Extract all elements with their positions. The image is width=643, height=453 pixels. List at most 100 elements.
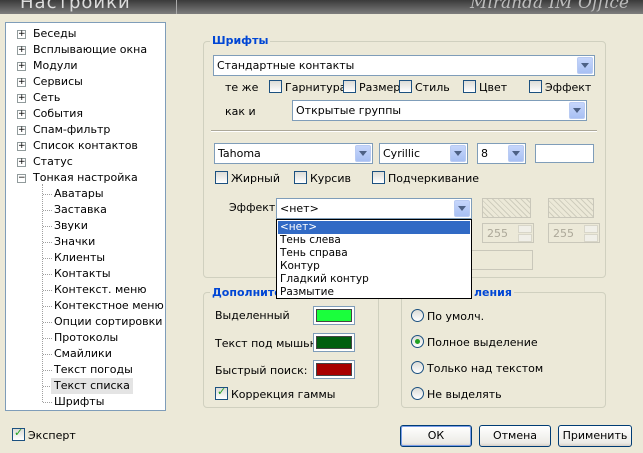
tree-item[interactable]: Тонкая настройка (33, 170, 138, 186)
italic-label: Курсив (310, 172, 351, 185)
gamma-label: Коррекция гаммы (231, 388, 336, 401)
tree-connector (43, 194, 52, 195)
same-as-checkbox-label: Цвет (479, 81, 508, 94)
selected-color-fill (316, 309, 352, 322)
expert-checkbox[interactable] (12, 426, 25, 441)
effect-option[interactable]: <нет> (278, 221, 470, 234)
tree-child-item[interactable]: Заставка (54, 202, 107, 218)
hover-color-swatch[interactable] (313, 333, 355, 352)
font-color-box[interactable] (535, 144, 594, 163)
spin-up-icon (584, 225, 598, 233)
tree-child-item[interactable]: Контекст. меню (54, 282, 147, 298)
effect-option[interactable]: Тень слева (278, 234, 470, 247)
highlight-mode-radio[interactable] (411, 361, 424, 374)
tree-expander-icon[interactable]: + (17, 30, 26, 39)
contact-type-value: Стандартные контакты (217, 59, 355, 72)
selection-group-title: ления (472, 286, 514, 299)
tree-expander-icon[interactable]: + (17, 158, 26, 167)
tree-child-item[interactable]: Текст списка (51, 378, 133, 394)
options-tree[interactable]: + Беседы + Всплывающие окна + Модули + Сервисы +… (5, 22, 166, 411)
italic-checkbox[interactable] (294, 171, 307, 184)
same-as-checkbox[interactable] (463, 80, 476, 93)
tree-child-item[interactable]: Значки (54, 234, 95, 250)
chevron-down-icon[interactable] (355, 145, 371, 162)
spin-up-icon (518, 225, 532, 233)
tree-child-item[interactable]: Клиенты (54, 250, 105, 266)
as-label: как и (225, 105, 256, 118)
extra-group-title: Дополните (210, 286, 284, 299)
tree-connector (43, 402, 52, 403)
effect-option[interactable]: Размытие (278, 286, 470, 299)
tree-child-item[interactable]: Контакты (54, 266, 111, 282)
tree-expander-icon[interactable]: + (17, 46, 26, 55)
tree-expander-icon[interactable]: + (17, 78, 26, 87)
tree-child-item[interactable]: Звуки (54, 218, 88, 234)
tree-child-item[interactable]: Текст погоды (54, 362, 133, 378)
bold-checkbox[interactable] (215, 171, 228, 184)
tree-expander-icon[interactable]: + (17, 62, 26, 71)
same-as-checkbox[interactable] (269, 80, 282, 93)
chevron-down-icon[interactable] (508, 145, 524, 162)
same-as-checkbox[interactable] (343, 80, 356, 93)
effect-dropdown-list[interactable]: <нет> Тень слева Тень справа Контур Гладкий … (276, 219, 472, 299)
tree-item[interactable]: События (33, 106, 83, 122)
divider (211, 130, 597, 132)
charset-combo[interactable]: Cyrillic (379, 143, 468, 164)
tree-item[interactable]: Спам-фильтр (33, 122, 110, 138)
highlight-mode-radio[interactable] (411, 387, 424, 400)
effect-alpha1-spinner: 255 (482, 223, 534, 243)
tree-item[interactable]: Сервисы (33, 74, 83, 90)
effect-option[interactable]: Гладкий контур (278, 273, 470, 286)
chevron-down-icon[interactable] (454, 200, 470, 217)
same-as-checkbox[interactable] (399, 80, 412, 93)
tree-item[interactable]: Беседы (33, 26, 76, 42)
quick-search-color-swatch[interactable] (313, 360, 355, 379)
contact-type-combo[interactable]: Стандартные контакты (213, 55, 595, 76)
chevron-down-icon[interactable] (569, 102, 585, 119)
tree-connector (43, 210, 52, 211)
tree-expander-icon[interactable]: + (17, 110, 26, 119)
tree-child-item[interactable]: Опции сортировки (54, 314, 162, 330)
tree-item[interactable]: Модули (33, 58, 78, 74)
highlight-mode-radio[interactable] (411, 309, 424, 322)
tree-expander-icon[interactable]: + (17, 126, 26, 135)
chevron-down-icon[interactable] (577, 57, 593, 74)
underline-checkbox[interactable] (372, 171, 385, 184)
effect-option[interactable]: Тень справа (278, 247, 470, 260)
hover-color-label: Текст под мышью: (215, 337, 323, 350)
same-as-checkbox[interactable] (529, 80, 542, 93)
effect-option[interactable]: Контур (278, 260, 470, 273)
quick-search-color-fill (316, 363, 352, 376)
tree-child-item[interactable]: Протоколы (54, 330, 118, 346)
tree-connector (43, 322, 52, 323)
highlight-mode-radio[interactable] (411, 335, 424, 348)
effect-combo[interactable]: <нет> (276, 198, 472, 219)
as-group-combo[interactable]: Открытые группы (292, 100, 587, 121)
font-name-combo[interactable]: Tahoma (214, 143, 373, 164)
apply-button[interactable]: Применить (558, 425, 632, 447)
selected-color-swatch[interactable] (313, 306, 355, 325)
cancel-button[interactable]: Отмена (479, 425, 551, 447)
gamma-checkbox[interactable] (215, 385, 228, 400)
size-value: 8 (481, 147, 488, 160)
effect-color1-box (482, 198, 531, 218)
same-as-label: те же (225, 81, 259, 94)
size-combo[interactable]: 8 (477, 143, 526, 164)
tree-item[interactable]: Всплывающие окна (33, 42, 147, 58)
tree-expander-icon[interactable]: + (17, 94, 26, 103)
tree-expander-icon[interactable]: + (17, 142, 26, 151)
expert-label: Эксперт (28, 429, 76, 442)
chevron-down-icon[interactable] (450, 145, 466, 162)
header-separator (176, 0, 177, 14)
tree-child-item[interactable]: Контекстное меню (54, 298, 164, 314)
tree-item[interactable]: Статус (33, 154, 73, 170)
window-title: Настройки (20, 0, 131, 13)
tree-expander-icon[interactable]: − (17, 174, 26, 183)
tree-item[interactable]: Сеть (33, 90, 60, 106)
tree-child-item[interactable]: Аватары (54, 186, 104, 202)
tree-item[interactable]: Список контактов (33, 138, 138, 154)
tree-child-item[interactable]: Шрифты (54, 394, 104, 410)
tree-child-item[interactable]: Смайлики (54, 346, 112, 362)
spin-down-icon (584, 234, 598, 242)
ok-button[interactable]: ОК (400, 425, 472, 447)
